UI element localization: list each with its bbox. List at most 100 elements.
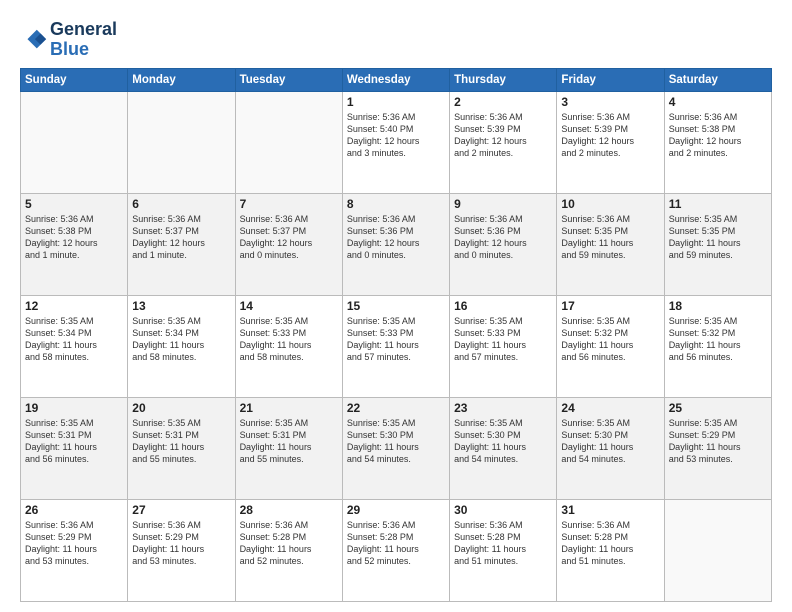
calendar-cell: 14 Sunrise: 5:35 AM Sunset: 5:33 PM Dayli… <box>235 295 342 397</box>
calendar-cell: 24 Sunrise: 5:35 AM Sunset: 5:30 PM Dayli… <box>557 397 664 499</box>
week-row-5: 26 Sunrise: 5:36 AM Sunset: 5:29 PM Dayli… <box>21 499 772 601</box>
calendar-cell: 3 Sunrise: 5:36 AM Sunset: 5:39 PM Daylig… <box>557 91 664 193</box>
day-number: 6 <box>132 197 230 211</box>
cell-details: Sunrise: 5:36 AM Sunset: 5:38 PM Dayligh… <box>669 111 767 160</box>
cell-details: Sunrise: 5:35 AM Sunset: 5:31 PM Dayligh… <box>132 417 230 466</box>
calendar-cell: 9Sunrise: 5:36 AM Sunset: 5:36 PM Daylig… <box>450 193 557 295</box>
calendar-cell: 20 Sunrise: 5:35 AM Sunset: 5:31 PM Dayli… <box>128 397 235 499</box>
header: General Blue <box>20 16 772 60</box>
week-row-4: 19Sunrise: 5:35 AM Sunset: 5:31 PM Dayli… <box>21 397 772 499</box>
day-number: 2 <box>454 95 552 109</box>
calendar-cell: 22Sunrise: 5:35 AM Sunset: 5:30 PM Dayli… <box>342 397 449 499</box>
cell-details: Sunrise: 5:35 AM Sunset: 5:33 PM Dayligh… <box>347 315 445 364</box>
calendar-cell: 8 Sunrise: 5:36 AM Sunset: 5:36 PM Daylig… <box>342 193 449 295</box>
cell-details: Sunrise: 5:36 AM Sunset: 5:29 PM Dayligh… <box>25 519 123 568</box>
cell-details: Sunrise: 5:35 AM Sunset: 5:33 PM Dayligh… <box>240 315 338 364</box>
day-number: 20 <box>132 401 230 415</box>
day-number: 8 <box>347 197 445 211</box>
day-number: 21 <box>240 401 338 415</box>
calendar-cell: 15 Sunrise: 5:35 AM Sunset: 5:33 PM Dayli… <box>342 295 449 397</box>
calendar-cell: 27Sunrise: 5:36 AM Sunset: 5:29 PM Dayli… <box>128 499 235 601</box>
day-number: 23 <box>454 401 552 415</box>
day-number: 29 <box>347 503 445 517</box>
calendar-cell: 18 Sunrise: 5:35 AM Sunset: 5:32 PM Dayli… <box>664 295 771 397</box>
day-number: 17 <box>561 299 659 313</box>
calendar-cell: 23 Sunrise: 5:35 AM Sunset: 5:30 PM Dayli… <box>450 397 557 499</box>
calendar-cell: 28 Sunrise: 5:36 AM Sunset: 5:28 PM Dayli… <box>235 499 342 601</box>
cell-details: Sunrise: 5:35 AM Sunset: 5:31 PM Dayligh… <box>25 417 123 466</box>
day-number: 31 <box>561 503 659 517</box>
cell-details: Sunrise: 5:35 AM Sunset: 5:32 PM Dayligh… <box>561 315 659 364</box>
day-number: 4 <box>669 95 767 109</box>
day-number: 14 <box>240 299 338 313</box>
day-number: 30 <box>454 503 552 517</box>
day-number: 12 <box>25 299 123 313</box>
week-row-2: 5 Sunrise: 5:36 AM Sunset: 5:38 PM Daylig… <box>21 193 772 295</box>
day-number: 5 <box>25 197 123 211</box>
weekday-header-thursday: Thursday <box>450 68 557 91</box>
calendar-table: SundayMondayTuesdayWednesdayThursdayFrid… <box>20 68 772 602</box>
calendar-cell: 30Sunrise: 5:36 AM Sunset: 5:28 PM Dayli… <box>450 499 557 601</box>
day-number: 11 <box>669 197 767 211</box>
calendar-cell: 25 Sunrise: 5:35 AM Sunset: 5:29 PM Dayli… <box>664 397 771 499</box>
logo-icon <box>20 26 48 54</box>
calendar-cell: 13 Sunrise: 5:35 AM Sunset: 5:34 PM Dayli… <box>128 295 235 397</box>
day-number: 26 <box>25 503 123 517</box>
cell-details: Sunrise: 5:36 AM Sunset: 5:29 PM Dayligh… <box>132 519 230 568</box>
cell-details: Sunrise: 5:35 AM Sunset: 5:32 PM Dayligh… <box>669 315 767 364</box>
day-number: 7 <box>240 197 338 211</box>
calendar-cell: 5 Sunrise: 5:36 AM Sunset: 5:38 PM Daylig… <box>21 193 128 295</box>
day-number: 1 <box>347 95 445 109</box>
logo-line2: Blue <box>50 40 117 60</box>
logo: General Blue <box>20 20 117 60</box>
cell-details: Sunrise: 5:36 AM Sunset: 5:36 PM Dayligh… <box>347 213 445 262</box>
calendar-cell <box>21 91 128 193</box>
cell-details: Sunrise: 5:35 AM Sunset: 5:29 PM Dayligh… <box>669 417 767 466</box>
weekday-header-friday: Friday <box>557 68 664 91</box>
cell-details: Sunrise: 5:35 AM Sunset: 5:30 PM Dayligh… <box>454 417 552 466</box>
cell-details: Sunrise: 5:35 AM Sunset: 5:34 PM Dayligh… <box>132 315 230 364</box>
cell-details: Sunrise: 5:35 AM Sunset: 5:33 PM Dayligh… <box>454 315 552 364</box>
cell-details: Sunrise: 5:36 AM Sunset: 5:38 PM Dayligh… <box>25 213 123 262</box>
calendar-cell: 31 Sunrise: 5:36 AM Sunset: 5:28 PM Dayli… <box>557 499 664 601</box>
day-number: 9 <box>454 197 552 211</box>
cell-details: Sunrise: 5:35 AM Sunset: 5:34 PM Dayligh… <box>25 315 123 364</box>
weekday-header-wednesday: Wednesday <box>342 68 449 91</box>
calendar-cell: 2 Sunrise: 5:36 AM Sunset: 5:39 PM Daylig… <box>450 91 557 193</box>
cell-details: Sunrise: 5:36 AM Sunset: 5:40 PM Dayligh… <box>347 111 445 160</box>
calendar-cell: 11 Sunrise: 5:35 AM Sunset: 5:35 PM Dayli… <box>664 193 771 295</box>
cell-details: Sunrise: 5:36 AM Sunset: 5:39 PM Dayligh… <box>561 111 659 160</box>
calendar-cell: 21Sunrise: 5:35 AM Sunset: 5:31 PM Dayli… <box>235 397 342 499</box>
calendar-cell: 6Sunrise: 5:36 AM Sunset: 5:37 PM Daylig… <box>128 193 235 295</box>
calendar-cell: 1 Sunrise: 5:36 AM Sunset: 5:40 PM Daylig… <box>342 91 449 193</box>
day-number: 16 <box>454 299 552 313</box>
cell-details: Sunrise: 5:35 AM Sunset: 5:30 PM Dayligh… <box>561 417 659 466</box>
calendar-cell: 10Sunrise: 5:36 AM Sunset: 5:35 PM Dayli… <box>557 193 664 295</box>
day-number: 18 <box>669 299 767 313</box>
weekday-header-tuesday: Tuesday <box>235 68 342 91</box>
week-row-3: 12 Sunrise: 5:35 AM Sunset: 5:34 PM Dayli… <box>21 295 772 397</box>
calendar-cell: 19Sunrise: 5:35 AM Sunset: 5:31 PM Dayli… <box>21 397 128 499</box>
day-number: 15 <box>347 299 445 313</box>
calendar-cell: 26 Sunrise: 5:36 AM Sunset: 5:29 PM Dayli… <box>21 499 128 601</box>
day-number: 25 <box>669 401 767 415</box>
calendar-cell: 7 Sunrise: 5:36 AM Sunset: 5:37 PM Daylig… <box>235 193 342 295</box>
calendar-cell <box>235 91 342 193</box>
weekday-header-sunday: Sunday <box>21 68 128 91</box>
cell-details: Sunrise: 5:36 AM Sunset: 5:28 PM Dayligh… <box>240 519 338 568</box>
cell-details: Sunrise: 5:35 AM Sunset: 5:35 PM Dayligh… <box>669 213 767 262</box>
cell-details: Sunrise: 5:36 AM Sunset: 5:35 PM Dayligh… <box>561 213 659 262</box>
cell-details: Sunrise: 5:36 AM Sunset: 5:39 PM Dayligh… <box>454 111 552 160</box>
calendar-cell: 29Sunrise: 5:36 AM Sunset: 5:28 PM Dayli… <box>342 499 449 601</box>
day-number: 3 <box>561 95 659 109</box>
logo-line1: General <box>50 20 117 40</box>
cell-details: Sunrise: 5:36 AM Sunset: 5:37 PM Dayligh… <box>240 213 338 262</box>
day-number: 28 <box>240 503 338 517</box>
day-number: 24 <box>561 401 659 415</box>
weekday-header-saturday: Saturday <box>664 68 771 91</box>
day-number: 13 <box>132 299 230 313</box>
cell-details: Sunrise: 5:36 AM Sunset: 5:28 PM Dayligh… <box>561 519 659 568</box>
calendar-cell <box>664 499 771 601</box>
week-row-1: 1 Sunrise: 5:36 AM Sunset: 5:40 PM Daylig… <box>21 91 772 193</box>
calendar-cell: 4 Sunrise: 5:36 AM Sunset: 5:38 PM Daylig… <box>664 91 771 193</box>
